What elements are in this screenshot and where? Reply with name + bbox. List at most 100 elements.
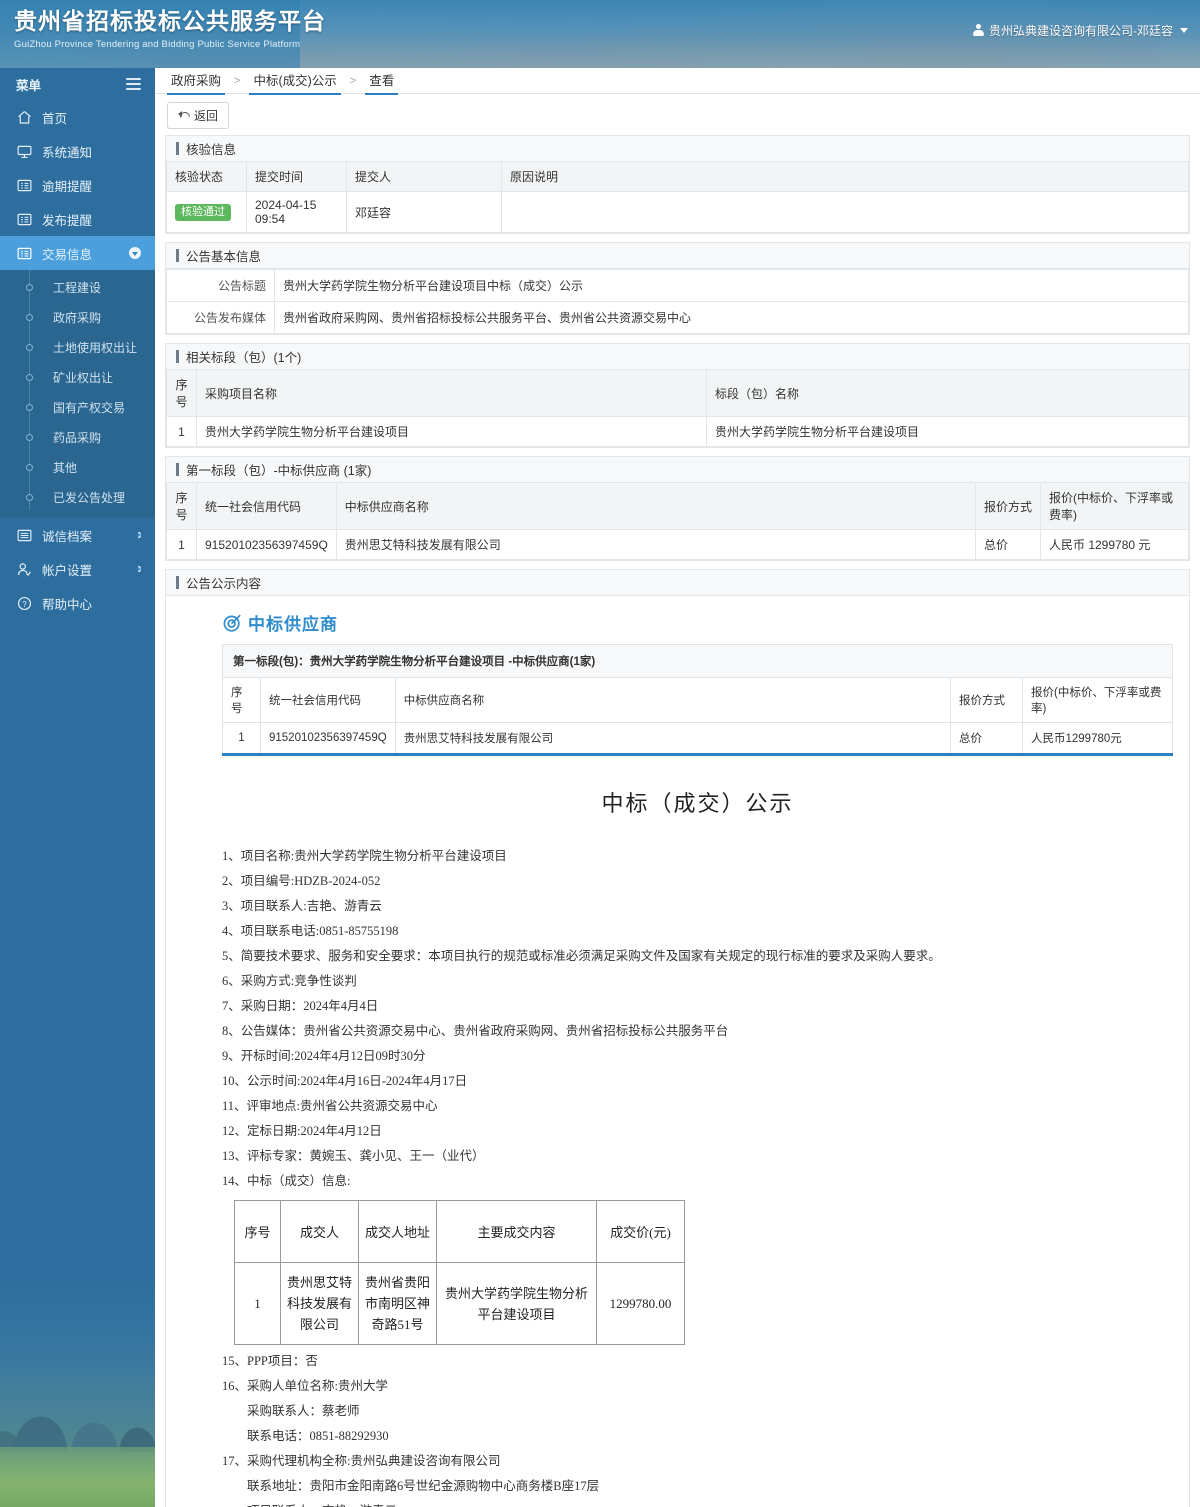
basic-info-title: 公告基本信息 [166, 243, 1189, 269]
hamburger-icon[interactable] [126, 75, 141, 93]
monitor-icon [16, 143, 33, 160]
sidebar-item-publish-reminder[interactable]: 发布提醒 [0, 202, 155, 236]
column-no: 序号 [166, 483, 197, 530]
announcement-section-header: 第一标段(包)：贵州大学药学院生物分析平台建设项目 -中标供应商(1家) [222, 644, 1173, 677]
sidebar-subitem-label: 矿业权出让 [53, 370, 114, 385]
sidebar-item-system-notice[interactable]: 系统通知 [0, 134, 155, 168]
sidebar-subitem-mining-right[interactable]: 矿业权出让 [0, 362, 155, 392]
doc-line: 13、评标专家：黄婉玉、龚小见、王一（业代） [222, 1149, 485, 1163]
main-content: 政府采购 > 中标(成交)公示 > 查看 返回 核验信息 核验状态 提交时间 提… [155, 68, 1200, 1507]
award-result-table: 序号 成交人 成交人地址 主要成交内容 成交价(元) 1 贵州思艾特科技发展有限… [234, 1200, 685, 1345]
doc-line: 项目联系人：吉艳、游青云 [222, 1499, 1173, 1507]
cell-submitter: 邓廷容 [346, 191, 502, 233]
title-accent-bar [176, 249, 179, 262]
column-no: 序号 [234, 1200, 281, 1263]
cell-winner-address: 贵州省贵阳市南明区神奇路51号 [358, 1262, 437, 1345]
breadcrumb-item-view[interactable]: 查看 [365, 68, 399, 95]
title-accent-bar [176, 463, 179, 476]
sidebar-item-account-settings[interactable]: 帐户设置 [0, 552, 155, 586]
doc-line: 2、项目编号:HDZB-2024-052 [222, 874, 381, 888]
doc-line: 6、采购方式:竞争性谈判 [222, 974, 357, 988]
sidebar-subitem-land-use-right[interactable]: 土地使用权出让 [0, 332, 155, 362]
breadcrumb-item-gov-procurement[interactable]: 政府采购 [167, 68, 226, 95]
cell-price: 人民币 1299780 元 [1040, 529, 1189, 560]
basic-info-panel: 公告基本信息 公告标题 贵州大学药学院生物分析平台建设项目中标（成交）公示 公告… [165, 242, 1190, 335]
column-submitter: 提交人 [346, 162, 502, 192]
doc-line: 8、公告媒体：贵州省公共资源交易中心、贵州省政府采购网、贵州省招标投标公共服务平… [222, 1024, 729, 1038]
cell-credit-code: 91520102356397459Q [196, 529, 337, 560]
table-header-row: 核验状态 提交时间 提交人 原因说明 [166, 162, 1189, 192]
list-icon [16, 211, 33, 228]
column-submit-time: 提交时间 [246, 162, 347, 192]
table-row: 公告发布媒体 贵州省政府采购网、贵州省招标投标公共服务平台、贵州省公共资源交易中… [166, 301, 1189, 334]
breadcrumb-item-award-notice[interactable]: 中标(成交)公示 [249, 68, 341, 95]
brand-block: 贵州省招标投标公共服务平台 GuiZhou Province Tendering… [14, 8, 326, 50]
column-price: 报价(中标价、下浮率或费率) [1022, 677, 1173, 723]
winning-supplier-logo: 中标供应商 [222, 610, 1173, 635]
announcement-supplier-table: 序号 统一社会信用代码 中标供应商名称 报价方式 报价(中标价、下浮率或费率) … [222, 677, 1173, 754]
user-menu[interactable]: 贵州弘典建设咨询有限公司-邓廷容 [972, 22, 1188, 39]
sidebar-item-help-center[interactable]: ? 帮助中心 [0, 586, 155, 620]
sidebar-item-label: 诚信档案 [42, 529, 93, 544]
cell-status: 核验通过 [166, 191, 247, 233]
back-button[interactable]: 返回 [167, 102, 230, 129]
sidebar-subitem-label: 已发公告处理 [53, 490, 126, 505]
panel-title-text: 第一标段（包）-中标供应商 (1家) [186, 464, 372, 478]
sidebar-subitem-label: 土地使用权出让 [53, 340, 138, 355]
cell-no: 1 [234, 1262, 281, 1345]
title-accent-bar [176, 576, 179, 589]
verify-info-panel: 核验信息 核验状态 提交时间 提交人 原因说明 核验通过 2024-04-15 … [165, 135, 1190, 234]
cell-supplier-name: 贵州思艾特科技发展有限公司 [394, 722, 952, 754]
column-supplier-name: 中标供应商名称 [394, 677, 952, 723]
sidebar-subitem-label: 药品采购 [53, 430, 102, 445]
user-icon [972, 24, 984, 37]
value-announcement-title: 贵州大学药学院生物分析平台建设项目中标（成交）公示 [274, 269, 1189, 302]
sidebar-subitem-engineering[interactable]: 工程建设 [0, 272, 155, 302]
table-row: 1 贵州大学药学院生物分析平台建设项目 贵州大学药学院生物分析平台建设项目 [166, 416, 1189, 447]
cell-section-name: 贵州大学药学院生物分析平台建设项目 [706, 416, 1189, 447]
sidebar-subitem-other[interactable]: 其他 [0, 452, 155, 482]
sidebar-item-credit-archive[interactable]: 诚信档案 [0, 518, 155, 552]
sidebar-menu-label: 菜单 [16, 78, 42, 93]
table-header-row: 序号 统一社会信用代码 中标供应商名称 报价方式 报价(中标价、下浮率或费率) [222, 677, 1173, 723]
table-row: 1 贵州思艾特科技发展有限公司 贵州省贵阳市南明区神奇路51号 贵州大学药学院生… [234, 1262, 685, 1345]
sidebar-subitem-label: 国有产权交易 [53, 400, 126, 415]
sidebar-item-label: 逾期提醒 [42, 179, 93, 194]
related-section-panel: 相关标段（包）(1个) 序号 采购项目名称 标段（包）名称 1 贵州大学药学院生… [165, 343, 1190, 448]
sidebar-item-home[interactable]: 首页 [0, 100, 155, 134]
doc-line: 16、采购人单位名称:贵州大学 [222, 1379, 388, 1393]
sidebar-subitem-drug-procurement[interactable]: 药品采购 [0, 422, 155, 452]
column-price: 报价(中标价、下浮率或费率) [1040, 483, 1189, 530]
column-quote-type: 报价方式 [975, 483, 1041, 530]
panel-title-text: 核验信息 [186, 143, 237, 157]
sidebar-subitem-published-notice[interactable]: 已发公告处理 [0, 482, 155, 512]
winning-supplier-logo-text: 中标供应商 [248, 615, 338, 634]
document-title: 中标（成交）公示 [601, 791, 794, 816]
list-icon [16, 177, 33, 194]
column-credit-code: 统一社会信用代码 [196, 483, 337, 530]
basic-info-table: 公告标题 贵州大学药学院生物分析平台建设项目中标（成交）公示 公告发布媒体 贵州… [166, 269, 1189, 334]
chevron-down-icon [1180, 28, 1188, 33]
title-accent-bar [176, 142, 179, 155]
site-subtitle: GuiZhou Province Tendering and Bidding P… [14, 39, 301, 50]
cell-quote-type: 总价 [950, 722, 1023, 754]
column-no: 序号 [222, 677, 261, 723]
announcement-content-title: 公告公示内容 [166, 570, 1189, 596]
chevron-down-icon [129, 247, 141, 259]
column-no: 序号 [166, 370, 197, 417]
sidebar-item-transaction-info[interactable]: 交易信息 [0, 236, 155, 270]
sidebar: 菜单 首页 系统通知 逾期提醒 发布提醒 交易信息 工程建设 政府采购 土地使用… [0, 68, 155, 1507]
cell-no: 1 [222, 722, 261, 754]
doc-line: 15、PPP项目：否 [222, 1354, 318, 1368]
sidebar-item-label: 帐户设置 [42, 563, 93, 578]
sidebar-subitem-gov-procurement[interactable]: 政府采购 [0, 302, 155, 332]
sidebar-subitem-state-property[interactable]: 国有产权交易 [0, 392, 155, 422]
app-header: 贵州省招标投标公共服务平台 GuiZhou Province Tendering… [0, 0, 1200, 68]
doc-line: 5、简要技术要求、服务和安全要求：本项目执行的规范或标准必须满足采购文件及国家有… [222, 949, 941, 963]
sidebar-item-label: 系统通知 [42, 145, 93, 160]
winning-supplier-panel: 第一标段（包）-中标供应商 (1家) 序号 统一社会信用代码 中标供应商名称 报… [165, 456, 1190, 561]
document-lines-after-table: 15、PPP项目：否 16、采购人单位名称:贵州大学 采购联系人：蔡老师 联系电… [222, 1349, 1173, 1507]
sidebar-item-overdue-reminder[interactable]: 逾期提醒 [0, 168, 155, 202]
winning-supplier-table: 序号 统一社会信用代码 中标供应商名称 报价方式 报价(中标价、下浮率或费率) … [166, 483, 1189, 560]
sidebar-subitem-label: 政府采购 [53, 310, 102, 325]
